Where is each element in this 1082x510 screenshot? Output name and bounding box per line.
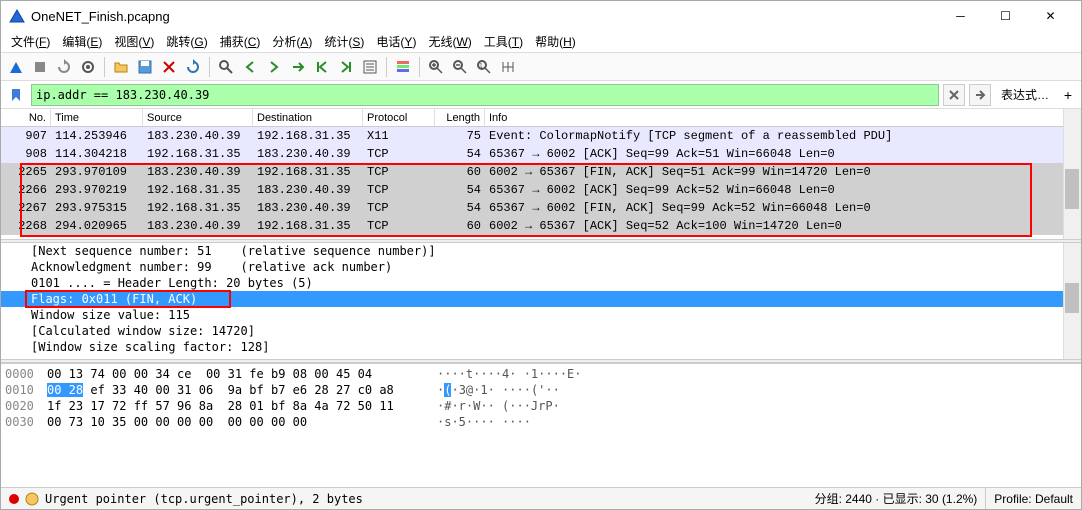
hex-row[interactable]: 00201f 23 17 72 ff 57 96 8a 28 01 bf 8a …: [5, 398, 1077, 414]
resize-columns-icon[interactable]: [497, 56, 519, 78]
capture-options-icon[interactable]: [77, 56, 99, 78]
menu-a[interactable]: 分析(A): [266, 31, 318, 52]
save-file-icon[interactable]: [134, 56, 156, 78]
go-first-icon[interactable]: [311, 56, 333, 78]
display-filter-input[interactable]: [31, 84, 939, 106]
toolbar-separator: [104, 57, 105, 77]
window-title: OneNET_Finish.pcapng: [31, 9, 938, 24]
close-button[interactable]: ✕: [1028, 1, 1073, 31]
colorize-icon[interactable]: [392, 56, 414, 78]
zoom-out-icon[interactable]: [449, 56, 471, 78]
apply-filter-icon[interactable]: [969, 84, 991, 106]
detail-line[interactable]: 0101 .... = Header Length: 20 bytes (5): [1, 275, 1081, 291]
add-filter-button[interactable]: +: [1059, 87, 1077, 103]
app-icon: [9, 8, 25, 24]
zoom-reset-icon[interactable]: 1: [473, 56, 495, 78]
go-back-icon[interactable]: [239, 56, 261, 78]
packet-details[interactable]: [Next sequence number: 51 (relative sequ…: [1, 243, 1081, 359]
menu-e[interactable]: 编辑(E): [56, 31, 108, 52]
filter-bar: 表达式… +: [1, 81, 1081, 109]
hex-row[interactable]: 001000 28 ef 33 40 00 31 06 9a bf b7 e6 …: [5, 382, 1077, 398]
filter-expression-button[interactable]: 表达式…: [995, 86, 1055, 103]
svg-text:1: 1: [479, 63, 483, 70]
capture-indicator-icon: [9, 494, 19, 504]
reload-file-icon[interactable]: [182, 56, 204, 78]
toolbar-separator: [419, 57, 420, 77]
packet-row[interactable]: 2266293.970219192.168.31.35183.230.40.39…: [1, 181, 1081, 199]
menu-t[interactable]: 工具(T): [478, 31, 529, 52]
details-scrollbar[interactable]: [1063, 243, 1081, 359]
start-capture-icon[interactable]: [5, 56, 27, 78]
packet-list-scrollbar[interactable]: [1063, 109, 1081, 239]
detail-line[interactable]: Window size value: 115: [1, 307, 1081, 323]
packet-column-header[interactable]: No.: [1, 109, 51, 126]
menu-s[interactable]: 统计(S): [318, 31, 370, 52]
status-packets: 分组: 2440 · 已显示: 30 (1.2%): [807, 488, 987, 509]
bookmark-icon[interactable]: [5, 84, 27, 106]
titlebar: OneNET_Finish.pcapng ─ ☐ ✕: [1, 1, 1081, 31]
menu-v[interactable]: 视图(V): [108, 31, 160, 52]
packet-row[interactable]: 908114.304218192.168.31.35183.230.40.39T…: [1, 145, 1081, 163]
packet-column-header[interactable]: Protocol: [363, 109, 435, 126]
maximize-button[interactable]: ☐: [983, 1, 1028, 31]
detail-line[interactable]: [Window size scaling factor: 128]: [1, 339, 1081, 355]
detail-line[interactable]: [Calculated window size: 14720]: [1, 323, 1081, 339]
packet-bytes[interactable]: 000000 13 74 00 00 34 ce 00 31 fe b9 08 …: [1, 363, 1081, 487]
menu-y[interactable]: 电话(Y): [370, 31, 422, 52]
packet-row[interactable]: 2268294.020965183.230.40.39192.168.31.35…: [1, 217, 1081, 235]
go-forward-icon[interactable]: [263, 56, 285, 78]
toolbar-separator: [209, 57, 210, 77]
zoom-in-icon[interactable]: [425, 56, 447, 78]
hex-row[interactable]: 003000 73 10 35 00 00 00 00 00 00 00 00·…: [5, 414, 1077, 430]
packet-column-header[interactable]: Source: [143, 109, 253, 126]
toolbar: 1: [1, 53, 1081, 81]
status-hint: Urgent pointer (tcp.urgent_pointer), 2 b…: [45, 492, 363, 506]
packet-row[interactable]: 2267293.975315192.168.31.35183.230.40.39…: [1, 199, 1081, 217]
packet-list[interactable]: No.TimeSourceDestinationProtocolLengthIn…: [1, 109, 1081, 239]
go-last-icon[interactable]: [335, 56, 357, 78]
menu-h[interactable]: 帮助(H): [529, 31, 582, 52]
packet-column-header[interactable]: Time: [51, 109, 143, 126]
packet-column-header[interactable]: Destination: [253, 109, 363, 126]
find-packet-icon[interactable]: [215, 56, 237, 78]
expert-info-icon[interactable]: [25, 492, 39, 506]
detail-line[interactable]: [Next sequence number: 51 (relative sequ…: [1, 243, 1081, 259]
menu-g[interactable]: 跳转(G): [160, 31, 213, 52]
menubar: 文件(F)编辑(E)视图(V)跳转(G)捕获(C)分析(A)统计(S)电话(Y)…: [1, 31, 1081, 53]
close-file-icon[interactable]: [158, 56, 180, 78]
status-profile[interactable]: Profile: Default: [986, 488, 1081, 509]
statusbar: Urgent pointer (tcp.urgent_pointer), 2 b…: [1, 487, 1081, 509]
auto-scroll-icon[interactable]: [359, 56, 381, 78]
toolbar-separator: [386, 57, 387, 77]
open-file-icon[interactable]: [110, 56, 132, 78]
menu-c[interactable]: 捕获(C): [214, 31, 267, 52]
packet-column-header[interactable]: Length: [435, 109, 485, 126]
restart-capture-icon[interactable]: [53, 56, 75, 78]
menu-f[interactable]: 文件(F): [5, 31, 56, 52]
clear-filter-icon[interactable]: [943, 84, 965, 106]
packet-row[interactable]: 907114.253946183.230.40.39192.168.31.35X…: [1, 127, 1081, 145]
menu-w[interactable]: 无线(W): [422, 31, 477, 52]
packet-row[interactable]: 2265293.970109183.230.40.39192.168.31.35…: [1, 163, 1081, 181]
detail-line[interactable]: Flags: 0x011 (FIN, ACK): [1, 291, 1081, 307]
detail-line[interactable]: Acknowledgment number: 99 (relative ack …: [1, 259, 1081, 275]
hex-row[interactable]: 000000 13 74 00 00 34 ce 00 31 fe b9 08 …: [5, 366, 1077, 382]
go-to-packet-icon[interactable]: [287, 56, 309, 78]
packet-column-header[interactable]: Info: [485, 109, 1081, 126]
minimize-button[interactable]: ─: [938, 1, 983, 31]
stop-capture-icon[interactable]: [29, 56, 51, 78]
